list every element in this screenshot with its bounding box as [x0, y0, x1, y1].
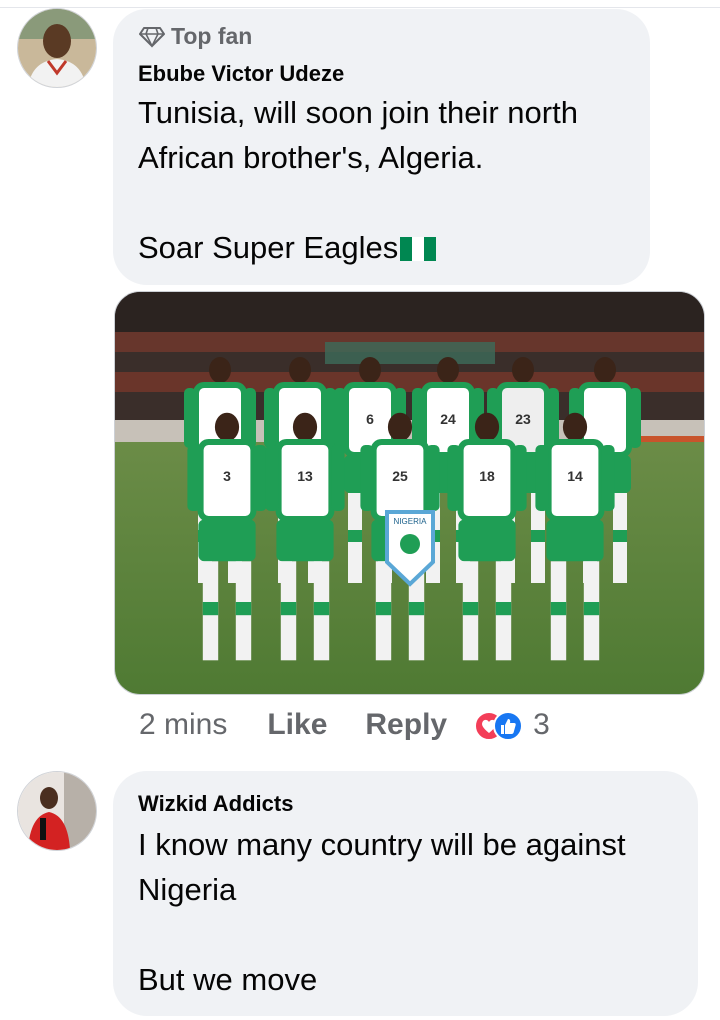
jersey-number: 18 [479, 468, 495, 484]
author-name[interactable]: Ebube Victor Udeze [138, 61, 344, 87]
comment-bubble: Wizkid Addicts I know many country will … [113, 771, 698, 1016]
nigeria-flag-emoji [400, 228, 437, 261]
diamond-icon [139, 26, 165, 48]
team-photo[interactable]: inental 62423313251814NIGERIA [114, 291, 705, 695]
jersey-number: 3 [223, 468, 231, 484]
avatar[interactable] [17, 771, 97, 851]
svg-text:NIGERIA: NIGERIA [394, 517, 428, 526]
like-button[interactable]: Like [267, 708, 327, 742]
jersey-number: 25 [392, 468, 408, 484]
comment-text: Tunisia, will soon join their north Afri… [138, 90, 643, 270]
badge-label: Top fan [171, 23, 253, 49]
comment-body: Tunisia, will soon join their north Afri… [138, 95, 578, 265]
comment-text: I know many country will be against Nige… [138, 827, 626, 997]
comment-bubble: Top fan Ebube Victor Udeze Tunisia, will… [113, 9, 650, 285]
top-fan-badge: Top fan [139, 23, 252, 50]
jersey-number: 14 [567, 468, 583, 484]
jersey-number: 13 [297, 468, 313, 484]
comment-actions: 2 mins Like Reply 3 [139, 700, 550, 750]
comment-timestamp[interactable]: 2 mins [139, 708, 227, 742]
like-reaction-icon [493, 711, 524, 741]
avatar[interactable] [17, 8, 97, 88]
jersey-number: 23 [515, 411, 531, 427]
team-photo-illustration: inental 62423313251814NIGERIA [115, 292, 704, 694]
author-name[interactable]: Wizkid Addicts [138, 791, 293, 817]
reaction-count: 3 [533, 708, 550, 741]
reactions[interactable] [473, 708, 525, 742]
jersey-number: 24 [440, 411, 456, 427]
reply-button[interactable]: Reply [365, 708, 447, 742]
flag-stripe-middle [412, 237, 425, 261]
flag-stripe-left [400, 237, 413, 261]
jersey-number: 6 [366, 411, 374, 427]
divider [0, 7, 720, 8]
flag-stripe-right [424, 237, 437, 261]
